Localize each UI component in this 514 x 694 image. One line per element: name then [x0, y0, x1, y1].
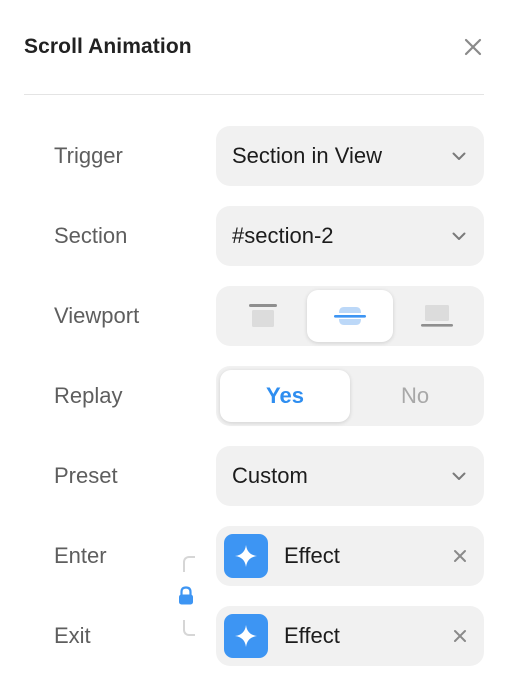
section-select[interactable]: #section-2: [216, 206, 484, 266]
replay-row: Replay Yes No: [54, 366, 484, 426]
trigger-select[interactable]: Section in View: [216, 126, 484, 186]
preset-select[interactable]: Custom: [216, 446, 484, 506]
close-button[interactable]: [462, 36, 484, 58]
enter-exit-link: [176, 556, 196, 636]
enter-effect-label: Effect: [284, 543, 340, 568]
enter-row: Enter Effect: [54, 526, 484, 586]
replay-yes-label: Yes: [266, 383, 304, 408]
scroll-animation-panel: Scroll Animation Trigger Section in View…: [0, 0, 514, 694]
replay-segmented-control: Yes No: [216, 366, 484, 426]
section-label: Section: [54, 223, 128, 248]
trigger-row: Trigger Section in View: [54, 126, 484, 186]
header-divider: [24, 94, 484, 95]
viewport-segmented-control: [216, 286, 484, 346]
exit-row: Exit Effect: [54, 606, 484, 666]
exit-remove-button[interactable]: [450, 626, 470, 646]
link-bracket-top: [183, 556, 195, 572]
lock-icon: [179, 586, 193, 605]
exit-effect-field[interactable]: Effect: [216, 606, 484, 666]
viewport-bottom-icon: [420, 305, 453, 327]
panel-header: Scroll Animation: [24, 24, 484, 70]
sparkle-icon: [235, 545, 257, 567]
close-icon: [464, 38, 482, 56]
link-lock-button[interactable]: [176, 584, 196, 608]
replay-option-yes[interactable]: Yes: [220, 370, 350, 422]
exit-effect-icon-tile: [224, 614, 268, 658]
section-value: #section-2: [232, 223, 334, 248]
replay-label: Replay: [54, 383, 123, 408]
viewport-option-bottom[interactable]: [393, 290, 480, 342]
chevron-down-icon: [452, 472, 466, 480]
link-bracket-bottom: [183, 620, 195, 636]
enter-effect-icon-tile: [224, 534, 268, 578]
chevron-down-icon: [452, 232, 466, 240]
section-row: Section #section-2: [54, 206, 484, 266]
exit-effect-label: Effect: [284, 623, 340, 648]
viewport-center-icon: [334, 307, 366, 325]
enter-remove-button[interactable]: [450, 546, 470, 566]
enter-effect-field[interactable]: Effect: [216, 526, 484, 586]
viewport-top-icon: [249, 304, 278, 327]
preset-row: Preset Custom: [54, 446, 484, 506]
chevron-down-icon: [452, 152, 466, 160]
viewport-option-center[interactable]: [306, 290, 394, 342]
close-icon: [454, 630, 466, 642]
panel-title: Scroll Animation: [24, 35, 192, 58]
trigger-value: Section in View: [232, 143, 383, 168]
trigger-label: Trigger: [54, 143, 123, 168]
sparkle-icon: [235, 625, 257, 647]
close-icon: [454, 550, 466, 562]
viewport-label: Viewport: [54, 303, 140, 328]
replay-no-label: No: [400, 383, 430, 408]
preset-label: Preset: [54, 463, 118, 488]
preset-value: Custom: [232, 463, 308, 488]
replay-option-no[interactable]: No: [350, 370, 480, 422]
viewport-option-top[interactable]: [220, 290, 307, 342]
viewport-row: Viewport: [54, 286, 484, 346]
